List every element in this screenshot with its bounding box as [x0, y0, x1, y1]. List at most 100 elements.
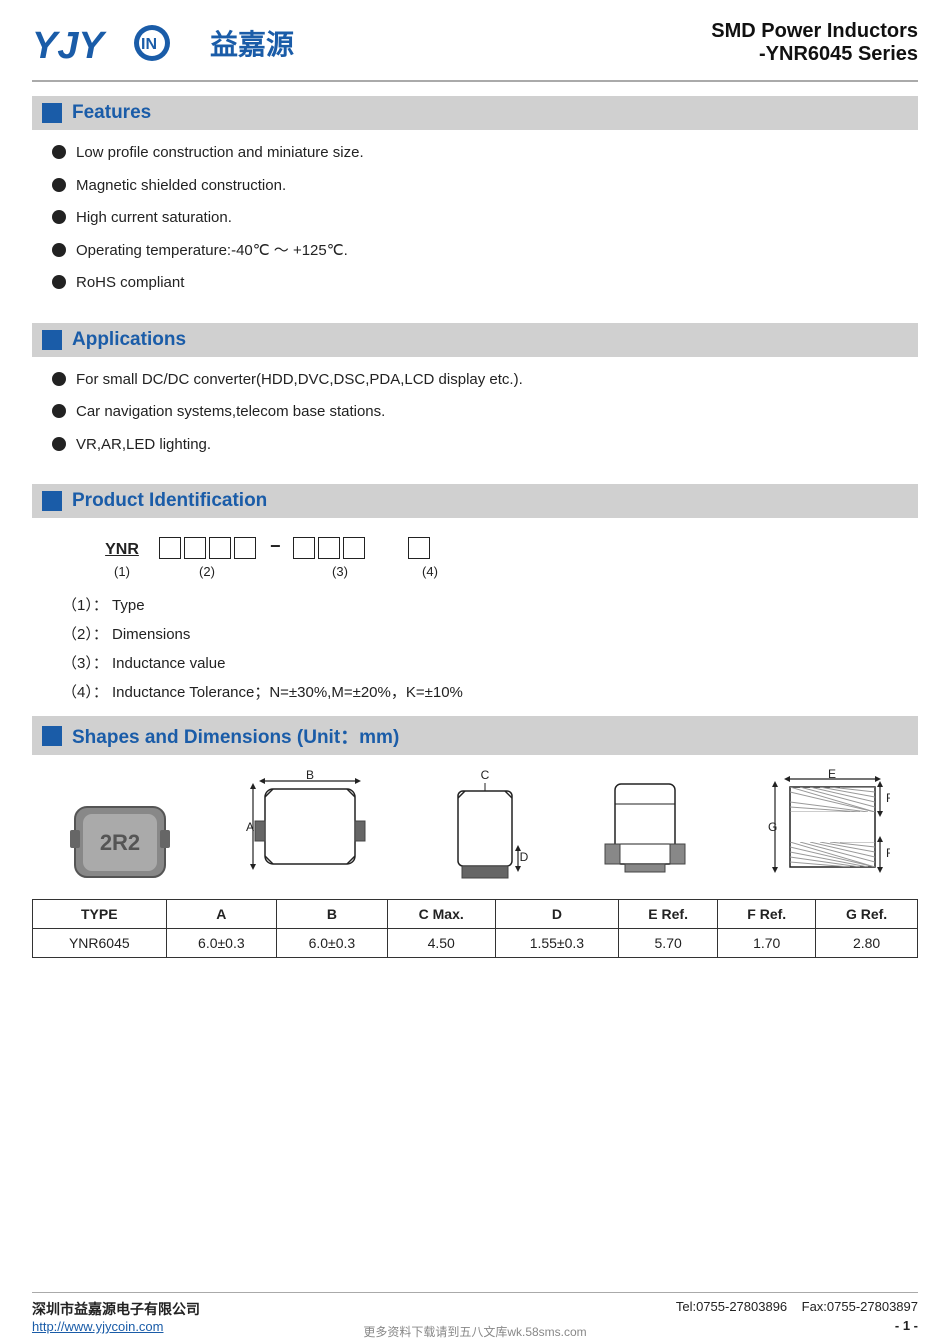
- applications-icon: [42, 330, 62, 350]
- applications-title: Applications: [72, 329, 186, 351]
- svg-text:G: G: [768, 820, 777, 834]
- header-title: SMD Power Inductors -YNR6045 Series: [711, 20, 918, 66]
- page: YJY IN 益嘉源 SMD Power Inductors -YNR6045 …: [0, 0, 950, 1344]
- side-elevation-svg: E: [760, 769, 890, 889]
- component-photo: 2R2: [60, 789, 180, 889]
- list-item: Operating temperature:-40℃ ～ +125℃.: [52, 240, 918, 263]
- bullet-icon: [52, 437, 66, 451]
- pid-box-4: [408, 537, 430, 559]
- svg-text:2R2: 2R2: [100, 830, 140, 855]
- list-item: Car navigation systems,telecom base stat…: [52, 401, 918, 424]
- pid-box-2b: [184, 537, 206, 559]
- features-list: Low profile construction and miniature s…: [32, 138, 918, 309]
- svg-text:F: F: [886, 791, 890, 805]
- bullet-icon: [52, 372, 66, 386]
- front-view-diagram: B A: [245, 769, 375, 889]
- pid-label-2: (2): [199, 564, 215, 579]
- shapes-icon: [42, 726, 62, 746]
- pid-box-3c: [343, 537, 365, 559]
- logo-icon: YJY IN: [32, 18, 202, 68]
- pid-label-1: (1): [114, 564, 130, 579]
- product-line: SMD Power Inductors: [711, 20, 918, 43]
- front-view-svg: B A: [245, 769, 375, 889]
- col-c: C Max.: [387, 900, 495, 929]
- product-id-header: Product Identification: [32, 484, 918, 518]
- cell-c: 4.50: [387, 929, 495, 958]
- product-id-diagram: YNR − (1): [92, 536, 918, 580]
- product-id-title: Product Identification: [72, 490, 267, 512]
- list-item: VR,AR,LED lighting.: [52, 434, 918, 457]
- bullet-icon: [52, 210, 66, 224]
- pid-label-3: (3): [332, 564, 348, 579]
- col-f: F Ref.: [718, 900, 816, 929]
- pid-box-3b: [318, 537, 340, 559]
- pid-desc-2: （2）： Dimensions: [62, 623, 918, 644]
- logo-area: YJY IN 益嘉源: [32, 18, 294, 68]
- pid-box-2a: [159, 537, 181, 559]
- cell-b: 6.0±0.3: [277, 929, 388, 958]
- logo-chinese-text: 益嘉源: [210, 23, 294, 63]
- col-e: E Ref.: [619, 900, 718, 929]
- bullet-icon: [52, 243, 66, 257]
- col-type: TYPE: [33, 900, 167, 929]
- cell-f: 1.70: [718, 929, 816, 958]
- shapes-title: Shapes and Dimensions (Unit：mm): [72, 722, 399, 749]
- cell-a: 6.0±0.3: [166, 929, 277, 958]
- watermark: 更多资料下载请到五八文库wk.58sms.com: [0, 1323, 950, 1344]
- pid-descriptions: （1）： Type （2）： Dimensions （3）： Inductanc…: [62, 594, 918, 702]
- shapes-diagrams: 2R2 B: [32, 769, 918, 889]
- table-header-row: TYPE A B C Max. D E Ref. F Ref. G Ref.: [33, 900, 918, 929]
- side-elevation-diagram: E: [760, 769, 890, 889]
- features-header: Features: [32, 96, 918, 130]
- dimensions-table: TYPE A B C Max. D E Ref. F Ref. G Ref. Y…: [32, 899, 918, 958]
- list-item: High current saturation.: [52, 207, 918, 230]
- cell-e: 5.70: [619, 929, 718, 958]
- tel-text: Tel:0755-27803896: [676, 1299, 787, 1314]
- pid-prefix: YNR: [105, 541, 139, 558]
- applications-list: For small DC/DC converter(HDD,DVC,DSC,PD…: [32, 365, 918, 471]
- product-id-icon: [42, 491, 62, 511]
- svg-text:F: F: [886, 846, 890, 860]
- pid-desc-3: （3）： Inductance value: [62, 652, 918, 673]
- cross-section-svg: [595, 769, 695, 889]
- svg-text:A: A: [246, 820, 254, 834]
- col-g: G Ref.: [816, 900, 918, 929]
- pid-desc-1: （1）： Type: [62, 594, 918, 615]
- col-b: B: [277, 900, 388, 929]
- side-view-diagram: C D: [440, 769, 530, 889]
- pid-box-3a: [293, 537, 315, 559]
- col-a: A: [166, 900, 277, 929]
- header: YJY IN 益嘉源 SMD Power Inductors -YNR6045 …: [32, 18, 918, 82]
- bullet-icon: [52, 275, 66, 289]
- features-title: Features: [72, 102, 151, 124]
- fax-text: Fax:0755-27803897: [802, 1299, 918, 1314]
- svg-text:YJY: YJY: [32, 25, 107, 67]
- cross-section-diagram: [595, 769, 695, 889]
- list-item: For small DC/DC converter(HDD,DVC,DSC,PD…: [52, 369, 918, 392]
- col-d: D: [495, 900, 618, 929]
- pid-dash: −: [270, 536, 281, 559]
- svg-text:IN: IN: [141, 36, 157, 53]
- pid-box-2c: [209, 537, 231, 559]
- pid-box-2d: [234, 537, 256, 559]
- company-name: 深圳市益嘉源电子有限公司: [32, 1299, 200, 1319]
- svg-text:B: B: [306, 769, 314, 782]
- svg-text:C: C: [481, 769, 490, 782]
- pid-label-4: (4): [422, 564, 438, 579]
- list-item: Magnetic shielded construction.: [52, 175, 918, 198]
- bullet-icon: [52, 404, 66, 418]
- table-row: YNR6045 6.0±0.3 6.0±0.3 4.50 1.55±0.3 5.…: [33, 929, 918, 958]
- cell-g: 2.80: [816, 929, 918, 958]
- list-item: Low profile construction and miniature s…: [52, 142, 918, 165]
- shapes-header: Shapes and Dimensions (Unit：mm): [32, 716, 918, 755]
- cell-d: 1.55±0.3: [495, 929, 618, 958]
- bullet-icon: [52, 145, 66, 159]
- component-3d-icon: 2R2: [65, 792, 175, 887]
- side-view-svg: C D: [440, 769, 530, 889]
- svg-text:D: D: [520, 850, 529, 864]
- bullet-icon: [52, 178, 66, 192]
- cell-type: YNR6045: [33, 929, 167, 958]
- series-name: -YNR6045 Series: [711, 43, 918, 66]
- svg-text:E: E: [828, 769, 836, 781]
- features-icon: [42, 103, 62, 123]
